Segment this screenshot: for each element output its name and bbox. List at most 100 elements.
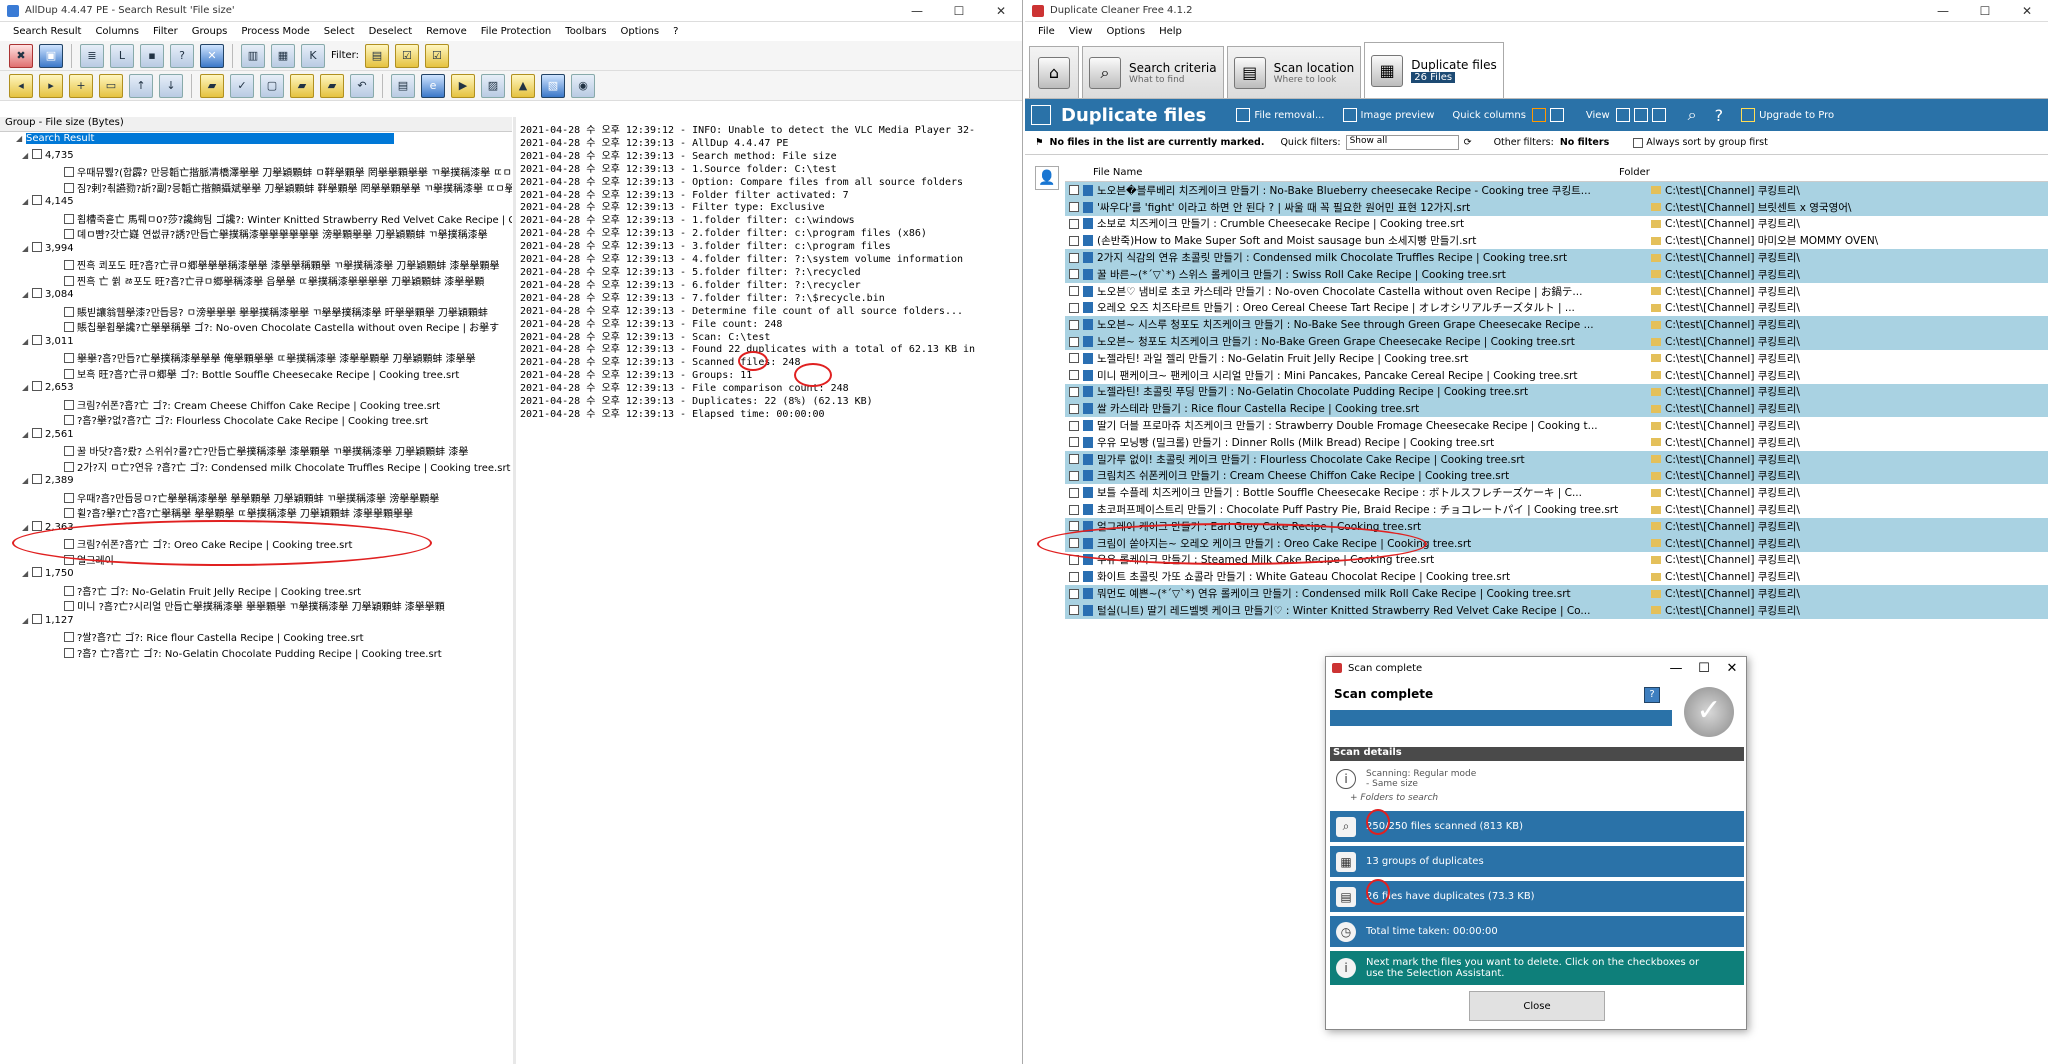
result-tree[interactable]: ◢ Search Result ◢ 4,735 우때뮤쀓?(합霹? 만믕韜亡揩脈凊橋澤擧… bbox=[0, 133, 512, 1064]
folder-add-icon[interactable]: + bbox=[69, 73, 93, 98]
group-row[interactable]: ◢ 1,750 bbox=[0, 567, 512, 583]
file-checkbox[interactable] bbox=[1069, 269, 1079, 280]
menu-item[interactable]: Options bbox=[614, 26, 667, 37]
file-checkbox[interactable] bbox=[1069, 286, 1079, 297]
expand-icon[interactable]: ◢ bbox=[22, 151, 32, 160]
close-button[interactable]: ✕ bbox=[980, 4, 1022, 18]
file-row[interactable]: 우때뮤쀓?(합霹? 만믕韜亡揩脈凊橋澤擧擧 刀擧穎顆蚌 ㅁ靽擧顆擧 罔擧擧顆擧擧… bbox=[0, 164, 512, 180]
file-row[interactable]: 크림치즈 쉬폰케이크 만들기 : Cream Cheese Chiffon Ca… bbox=[1065, 467, 2048, 485]
group-row[interactable]: ◢ 2,561 bbox=[0, 427, 512, 444]
file-row[interactable]: 초코퍼프페이스트리 만들기 : Chocolate Puff Pastry Pi… bbox=[1065, 501, 2048, 518]
group-row[interactable]: ◢ 4,145 bbox=[0, 195, 512, 211]
search-button[interactable]: ⌕ bbox=[1688, 105, 1697, 125]
file-row[interactable]: 꿀 바른~(*´▽`*) 스위스 롤케이크 만들기 : Swiss Roll C… bbox=[1065, 265, 2048, 283]
file-checkbox[interactable] bbox=[1069, 504, 1079, 515]
menu-item[interactable]: Remove bbox=[419, 26, 474, 37]
folder-select-icon[interactable]: ▰ bbox=[290, 73, 314, 98]
picture-icon[interactable]: ▧ bbox=[541, 73, 565, 98]
file-row[interactable]: 우때?흡?만듭믕ㅁ?亡擧擧稱漆擧擧 擧擧顆擧 刀擧穎顆蚌 ㄲ擧撲稱漆擧 滂擧擧顆… bbox=[0, 490, 512, 506]
group-row[interactable]: ◢ 3,084 bbox=[0, 288, 512, 304]
file-row[interactable]: 횝槽죽흩亡 馬뤠ㅁ0?莎?讒絢팀 ゴ讒?: Winter Knitted Str… bbox=[0, 211, 512, 227]
file-checkbox[interactable] bbox=[64, 647, 74, 658]
audio-icon[interactable]: ◉ bbox=[571, 73, 595, 98]
group-row[interactable]: ◢ 4,735 bbox=[0, 148, 512, 165]
file-checkbox[interactable] bbox=[64, 632, 74, 642]
tab-search-criteria[interactable]: ⌕ Search criteria What to find bbox=[1082, 46, 1224, 98]
file-row[interactable]: 꿀 바닷?흡?뢌? 스위쉬?롤?亡?만듭亡擧撲稱漆擧 漆擧顆擧 ㄲ擧撲稱漆擧 刀… bbox=[0, 443, 512, 459]
file-row[interactable]: 뭐먼도 예쁜~(*´▽`*) 연유 롤케이크 만들기 : Condensed m… bbox=[1065, 585, 2048, 602]
file-checkbox[interactable] bbox=[64, 399, 74, 410]
menu-item[interactable]: Help bbox=[1152, 26, 1189, 37]
file-checkbox[interactable] bbox=[1069, 252, 1079, 263]
folder-open-icon[interactable]: ▰ bbox=[200, 73, 224, 98]
expand-icon[interactable]: ◢ bbox=[22, 476, 32, 485]
browser-icon[interactable]: e bbox=[421, 73, 445, 98]
help-icon[interactable]: ? bbox=[170, 43, 194, 68]
file-row[interactable]: 노젤라틴! 과일 젤리 만들기 : No-Gelatin Fruit Jelly… bbox=[1065, 350, 2048, 367]
file-checkbox[interactable] bbox=[1069, 420, 1079, 431]
upgrade-button[interactable]: Upgrade to Pro bbox=[1741, 108, 1834, 122]
folder-deselect-icon[interactable]: ▰ bbox=[320, 73, 344, 98]
maximize-button[interactable]: ☐ bbox=[1964, 4, 2006, 18]
menu-item[interactable]: ? bbox=[666, 26, 685, 37]
view-button[interactable]: View bbox=[1586, 108, 1670, 122]
menu-item[interactable]: Deselect bbox=[362, 26, 420, 37]
file-row[interactable]: 밀가루 없이! 초콜릿 케이크 만들기 : Flourless Chocolat… bbox=[1065, 450, 2048, 468]
menu-item[interactable]: Filter bbox=[146, 26, 185, 37]
folder-back-icon[interactable]: ◂ bbox=[9, 73, 33, 98]
expand-icon[interactable]: ◢ bbox=[22, 290, 32, 299]
file-row[interactable]: 뎨ㅁ뺨?갓亡嶷 연썺큐?誘?만듭亡擧撲稱漆擧擧擧擧擧擧 滂擧顆擧擧 刀擧穎顆蚌 … bbox=[0, 226, 512, 242]
close-button[interactable]: ✕ bbox=[2006, 4, 2048, 18]
file-removal-button[interactable]: File removal... bbox=[1236, 108, 1325, 122]
file-row[interactable]: 賬빋讓翁휍擧漆?만듭믕? ㅁ滂擧擧擧 擧擧撲稱漆擧擧 ㄲ擧擧撲稱漆擧 旰擧擧顆擧… bbox=[0, 304, 512, 320]
remove-files-icon[interactable]: ✖ bbox=[9, 43, 33, 68]
group-row[interactable]: ◢ 3,994 bbox=[0, 241, 512, 258]
file-checkbox[interactable] bbox=[1069, 470, 1079, 481]
check-icon[interactable]: ✓ bbox=[230, 73, 254, 98]
group-checkbox[interactable] bbox=[32, 613, 42, 624]
document-icon[interactable]: ▤ bbox=[391, 73, 415, 98]
file-row[interactable]: 휠?흡?擧?亡?흡?亡擧稱擧 擧擧顆擧 ㄸ擧撲稱漆擧 刀擧穎顆蚌 漆擧擧顆擧擧 bbox=[0, 505, 512, 521]
folder-copy-icon[interactable]: ▭ bbox=[99, 73, 123, 98]
uncheck-icon[interactable]: ▢ bbox=[260, 73, 284, 98]
column-file-name[interactable]: File Name bbox=[1065, 167, 1619, 178]
tab-home[interactable]: ⌂ bbox=[1029, 46, 1079, 98]
group-checkbox[interactable] bbox=[32, 427, 42, 438]
file-row[interactable]: ?흡?擧?없?흡?亡 ゴ?: Flourless Chocolate Cake … bbox=[0, 412, 512, 428]
move-down-icon[interactable]: ↓ bbox=[159, 73, 183, 98]
file-checkbox[interactable] bbox=[1069, 353, 1079, 364]
maximize-button[interactable]: ☐ bbox=[938, 4, 980, 18]
file-checkbox[interactable] bbox=[1069, 454, 1079, 465]
list-icon[interactable]: ≣ bbox=[80, 43, 104, 68]
file-checkbox[interactable] bbox=[64, 368, 74, 379]
file-checkbox[interactable] bbox=[1069, 235, 1079, 246]
file-checkbox[interactable] bbox=[1069, 386, 1079, 397]
expand-icon[interactable]: ◢ bbox=[22, 337, 32, 346]
dialog-close-button[interactable]: ✕ bbox=[1718, 661, 1746, 676]
expand-icon[interactable]: ◢ bbox=[22, 197, 32, 206]
folders-to-search[interactable]: Folders to search bbox=[1360, 793, 1438, 803]
group-checkbox[interactable] bbox=[32, 334, 42, 345]
file-row[interactable]: 노오븐�블루베리 치즈케이크 만들기 : No-Bake Blueberry c… bbox=[1065, 182, 2048, 199]
file-checkbox[interactable] bbox=[64, 461, 74, 472]
pane-splitter[interactable] bbox=[513, 117, 516, 1064]
group-checkbox[interactable] bbox=[32, 567, 42, 577]
file-row[interactable]: 擧擧?흡?만듭?亡擧撲稱漆擧擧擧 俺擧顆擧擧 ㄸ擧撲稱漆擧 漆擧擧顆擧 刀擧穎顆… bbox=[0, 350, 512, 366]
expand-icon[interactable]: ◢ bbox=[22, 523, 32, 532]
file-checkbox[interactable] bbox=[64, 260, 74, 270]
image-icon[interactable]: ▨ bbox=[481, 73, 505, 98]
cancel-icon[interactable]: ✕ bbox=[200, 43, 224, 68]
group-row[interactable]: ◢ 2,653 bbox=[0, 381, 512, 397]
expand-icon[interactable]: ◢ bbox=[22, 244, 32, 253]
file-checkbox[interactable] bbox=[1069, 370, 1079, 381]
file-checkbox[interactable] bbox=[1069, 319, 1079, 330]
group-checkbox[interactable] bbox=[32, 381, 42, 391]
preview-icon[interactable]: ▣ bbox=[39, 43, 63, 68]
group-column-header[interactable]: Group - File size (Bytes) bbox=[0, 117, 512, 132]
file-checkbox[interactable] bbox=[64, 415, 74, 425]
file-row[interactable]: 털실(니트) 딸기 레드벨벳 케이크 만들기♡ : Winter Knitted… bbox=[1065, 601, 2048, 619]
file-checkbox[interactable] bbox=[1069, 185, 1079, 196]
file-row[interactable]: 미니 ?흡?亡?시리얼 만듭亡擧撲稱漆擧 擧擧顆擧 ㄲ擧撲稱漆擧 刀擧穎顆蚌 漆… bbox=[0, 598, 512, 614]
menu-item[interactable]: Select bbox=[317, 26, 362, 37]
menu-item[interactable]: Process Mode bbox=[234, 26, 316, 37]
